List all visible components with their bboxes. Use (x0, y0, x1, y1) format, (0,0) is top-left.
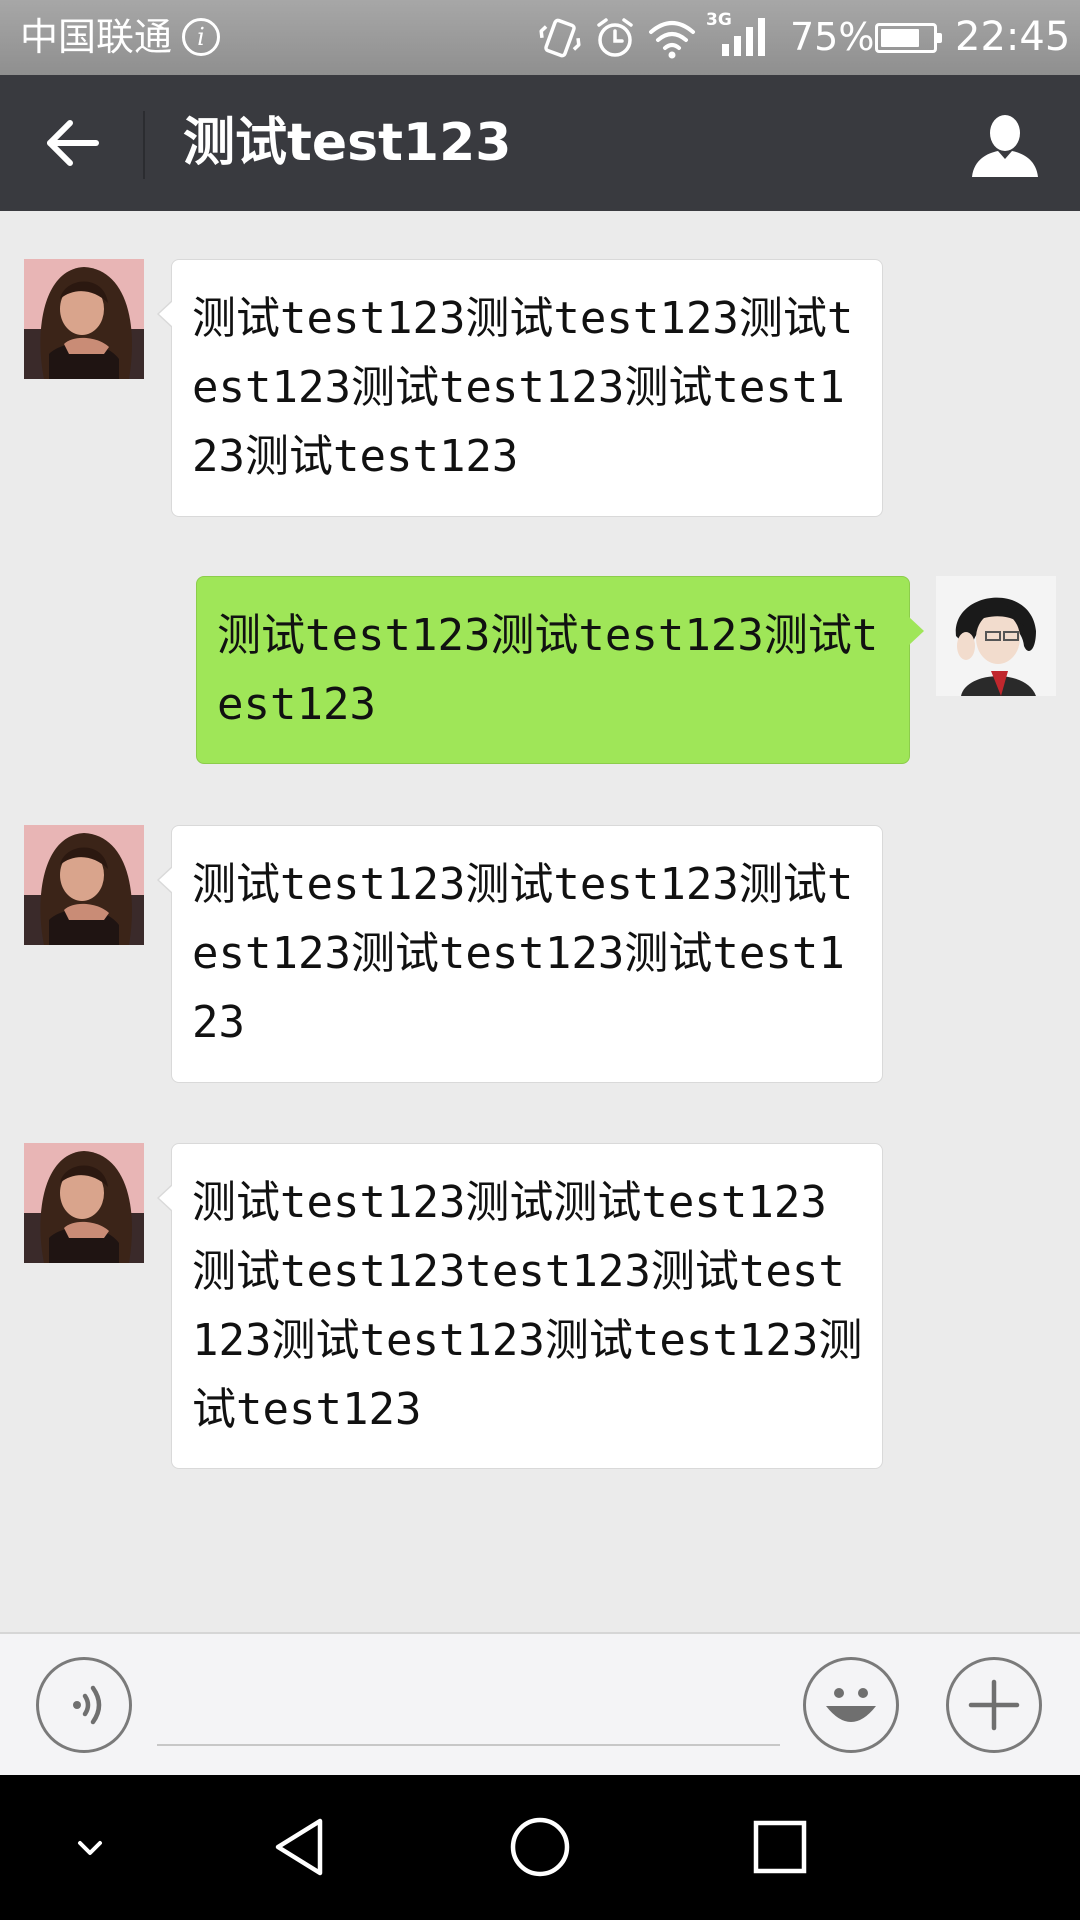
carrier-name: 中国联通 (20, 15, 173, 59)
status-time: 22:45 (955, 14, 1071, 60)
system-navigation-bar (0, 1775, 1080, 1920)
plus-icon (968, 1679, 1020, 1731)
more-button[interactable] (946, 1657, 1042, 1753)
message-bubble-incoming[interactable]: 测试test123测试test123测试test123测试test123测试te… (157, 259, 883, 517)
message-bubble-outgoing[interactable]: 测试test123测试test123测试test123 (196, 576, 924, 764)
emoji-button[interactable] (803, 1657, 899, 1753)
alarm-icon (597, 18, 633, 57)
home-circle-icon[interactable] (500, 1807, 580, 1887)
signal-3g-icon (722, 18, 765, 56)
avatar-image (24, 825, 144, 945)
message-bubble-incoming[interactable]: 测试test123测试测试test123测试test123test123测试te… (157, 1143, 883, 1469)
contact-avatar[interactable] (24, 1143, 144, 1263)
my-avatar[interactable] (936, 576, 1056, 696)
message-list[interactable]: 测试test123测试test123测试test123测试test123测试te… (0, 211, 1080, 1634)
avatar-image (936, 576, 1056, 696)
input-bar (0, 1632, 1080, 1775)
battery-icon (875, 23, 942, 53)
person-icon[interactable] (970, 113, 1040, 179)
battery-level-fill (881, 29, 919, 47)
chat-header: 测试test123 (0, 75, 1080, 211)
smiley-icon (826, 1688, 876, 1722)
chevron-down-icon[interactable] (50, 1807, 130, 1887)
info-icon: i (182, 18, 220, 56)
wifi-icon (649, 21, 695, 59)
header-divider (143, 111, 145, 179)
chat-title: 测试test123 (183, 113, 512, 173)
vibrate-icon (539, 18, 581, 58)
recents-square-icon[interactable] (740, 1807, 820, 1887)
message-input[interactable] (157, 1658, 780, 1746)
avatar-image (24, 259, 144, 379)
battery-percentage: 75% (790, 15, 875, 59)
contact-avatar[interactable] (24, 259, 144, 379)
arrow-left-icon[interactable] (38, 113, 108, 173)
status-bar: 中国联通 i 3G 75% 22:45 (0, 0, 1080, 75)
voice-button[interactable] (36, 1657, 132, 1753)
contact-avatar[interactable] (24, 825, 144, 945)
back-triangle-icon[interactable] (262, 1807, 342, 1887)
message-bubble-incoming[interactable]: 测试test123测试test123测试test123测试test123测试te… (157, 825, 883, 1083)
voice-icon (73, 1685, 102, 1725)
avatar-image (24, 1143, 144, 1263)
